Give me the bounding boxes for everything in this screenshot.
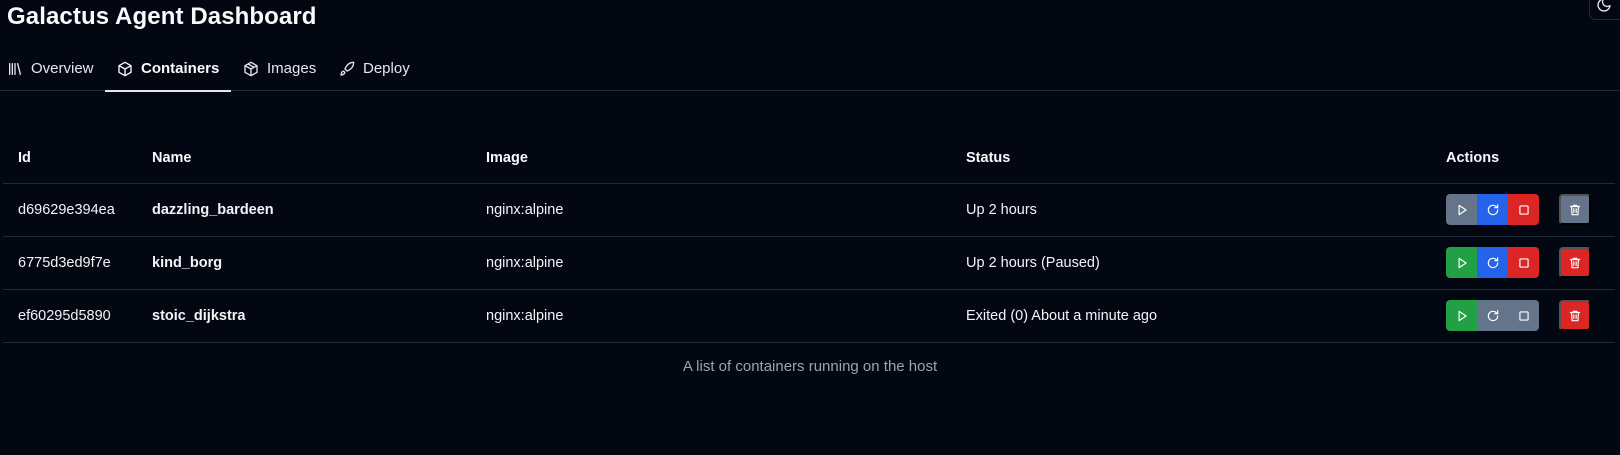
theme-toggle-button[interactable] [1589,0,1620,20]
container-action-group [1446,300,1539,331]
header-actions: Actions [1431,133,1615,184]
table-header-row: Id Name Image Status Actions [3,133,1615,184]
trash-icon [1569,310,1581,321]
stop-icon [1518,204,1529,215]
play-icon [1458,204,1467,215]
delete-button[interactable] [1559,300,1591,331]
cell-name: dazzling_bardeen [137,183,471,237]
cell-name: stoic_dijkstra [137,289,471,343]
dashboard-page: Galactus Agent Dashboard Overview Contai… [0,0,1620,455]
package-icon [244,61,258,76]
table-row: d69629e394ea dazzling_bardeen nginx:alpi… [3,183,1615,237]
cell-status: Up 2 hours [951,183,1431,237]
cell-image: nginx:alpine [471,183,951,237]
tab-images[interactable]: Images [243,46,316,91]
table-row: ef60295d5890 stoic_dijkstra nginx:alpine… [3,289,1615,343]
tab-deploy-label: Deploy [363,60,410,77]
containers-table-wrapper: Id Name Image Status Actions d69629e394e… [3,133,1615,343]
cell-actions [1431,289,1615,343]
refresh-icon [1487,256,1498,268]
table-row: 6775d3ed9f7e kind_borg nginx:alpine Up 2… [3,236,1615,290]
header-status: Status [951,133,1431,184]
stop-icon [1518,310,1529,321]
containers-table: Id Name Image Status Actions d69629e394e… [3,133,1615,343]
cell-id: 6775d3ed9f7e [3,236,137,290]
container-action-group [1446,194,1539,225]
header-name: Name [137,133,471,184]
refresh-icon [1487,309,1498,321]
tab-overview-label: Overview [31,60,94,77]
page-title: Galactus Agent Dashboard [7,3,317,30]
header-image: Image [471,133,951,184]
restart-button[interactable] [1477,247,1508,278]
restart-button[interactable] [1477,194,1508,225]
stop-button[interactable] [1508,300,1539,331]
restart-button[interactable] [1477,300,1508,331]
trash-icon [1569,204,1581,215]
start-button[interactable] [1446,194,1477,225]
table-caption: A list of containers running on the host [682,358,938,375]
box-icon [118,61,132,76]
container-action-group [1446,247,1539,278]
cell-actions [1431,236,1615,290]
tab-images-label: Images [267,60,317,77]
stop-button[interactable] [1508,247,1539,278]
stop-icon [1518,257,1529,268]
delete-button[interactable] [1559,247,1591,278]
tab-bar: Overview Containers Images Deploy [0,46,1620,92]
cell-actions [1431,183,1615,237]
tab-containers[interactable]: Containers [105,46,232,92]
rocket-icon [340,61,355,76]
play-icon [1458,257,1467,268]
cell-image: nginx:alpine [471,289,951,343]
delete-button[interactable] [1559,194,1591,225]
start-button[interactable] [1446,300,1477,331]
moon-icon [1597,0,1611,12]
cell-status: Up 2 hours (Paused) [951,236,1431,290]
start-button[interactable] [1446,247,1477,278]
play-icon [1458,310,1467,321]
tab-overview[interactable]: Overview [7,46,94,91]
header-id: Id [3,133,137,184]
cell-status: Exited (0) About a minute ago [951,289,1431,343]
tab-containers-label: Containers [141,60,220,77]
refresh-icon [1487,203,1498,215]
tab-deploy[interactable]: Deploy [339,46,410,91]
cell-image: nginx:alpine [471,236,951,290]
cell-id: d69629e394ea [3,183,137,237]
library-icon [9,62,21,75]
trash-icon [1569,257,1581,268]
cell-name: kind_borg [137,236,471,290]
cell-id: ef60295d5890 [3,289,137,343]
stop-button[interactable] [1508,194,1539,225]
